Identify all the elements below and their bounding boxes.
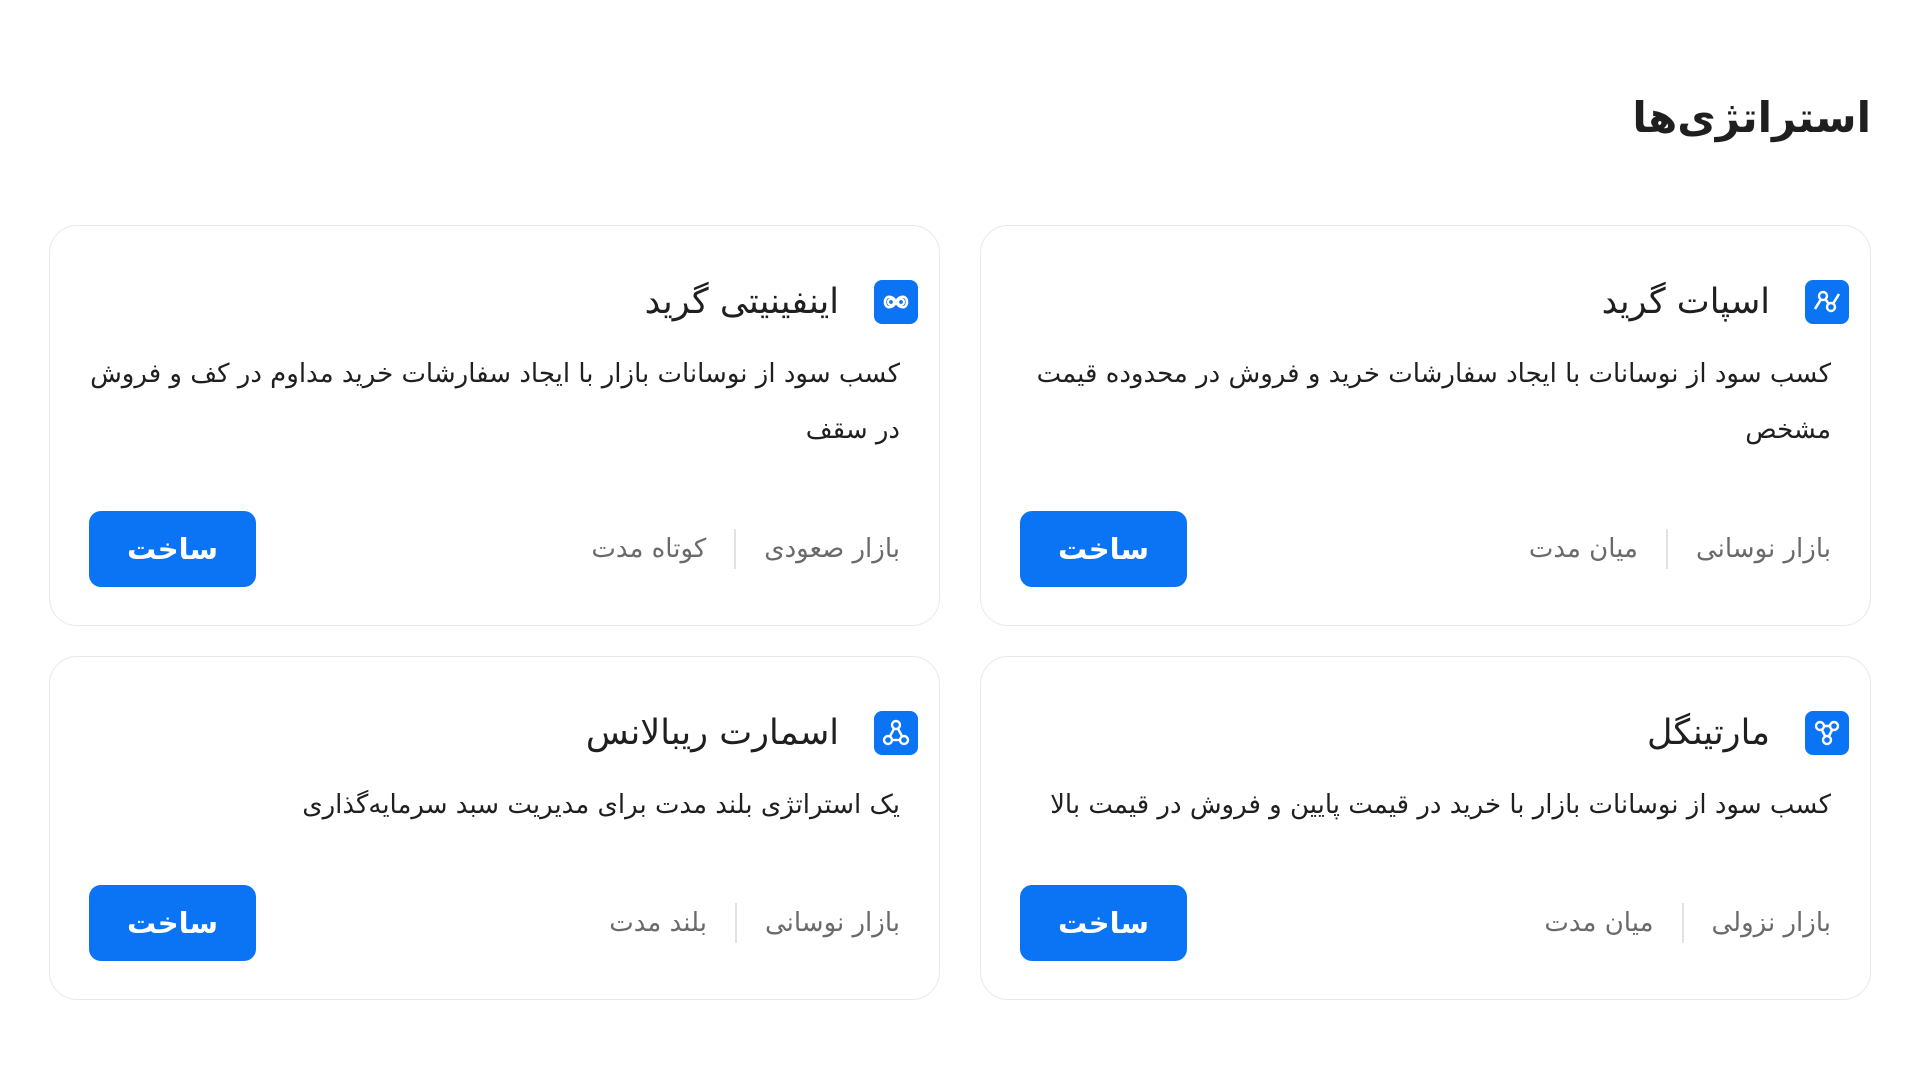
strategy-card-grid: اسپات گرید کسب سود از نوسانات با ایجاد س… xyxy=(49,225,1871,1000)
card-tags: بازار نوسانی بلند مدت xyxy=(609,903,900,943)
build-button[interactable]: ساخت xyxy=(1020,511,1187,587)
tag-divider xyxy=(734,903,737,943)
card-footer: بازار نزولی میان مدت ساخت xyxy=(1020,885,1831,961)
term-tag: میان مدت xyxy=(1528,534,1638,564)
build-button[interactable]: ساخت xyxy=(1020,885,1187,961)
page-title: استراتژی‌ها xyxy=(1632,93,1871,142)
tag-divider xyxy=(1681,903,1684,943)
term-tag: میان مدت xyxy=(1544,908,1654,938)
strategy-card-smart-rebalance: اسمارت ریبالانس یک استراتژی بلند مدت برا… xyxy=(49,656,940,1000)
market-tag: بازار نزولی xyxy=(1711,908,1832,938)
spot-grid-icon xyxy=(1805,280,1849,324)
market-tag: بازار نوسانی xyxy=(764,908,900,938)
build-button[interactable]: ساخت xyxy=(89,511,256,587)
card-footer: بازار نوسانی میان مدت ساخت xyxy=(1020,511,1831,587)
strategies-page: استراتژی‌ها اسپات گرید کسب سود از نوسانا… xyxy=(0,0,1920,1080)
card-title: مارتینگل xyxy=(1646,713,1770,753)
card-title: اسمارت ریبالانس xyxy=(585,713,839,753)
card-description: یک استراتژی بلند مدت برای مدیریت سبد سرم… xyxy=(302,790,900,820)
strategy-card-spot-grid: اسپات گرید کسب سود از نوسانات با ایجاد س… xyxy=(980,225,1871,626)
card-tags: بازار صعودی کوتاه مدت xyxy=(591,529,900,569)
tag-divider xyxy=(1665,529,1668,569)
market-tag: بازار صعودی xyxy=(764,534,900,564)
card-description: کسب سود از نوسانات با ایجاد سفارشات خرید… xyxy=(1036,359,1831,445)
card-tags: بازار نزولی میان مدت xyxy=(1544,903,1831,943)
card-header: اسپات گرید xyxy=(1020,276,1849,328)
build-button[interactable]: ساخت xyxy=(89,885,256,961)
card-footer: بازار نوسانی بلند مدت ساخت xyxy=(89,885,900,961)
strategy-card-martingale: مارتینگل کسب سود از نوسانات بازار با خری… xyxy=(980,656,1871,1000)
card-description: کسب سود از نوسانات بازار با ایجاد سفارشا… xyxy=(90,359,900,445)
card-tags: بازار نوسانی میان مدت xyxy=(1529,529,1831,569)
strategy-card-infinity-grid: اینفینیتی گرید کسب سود از نوسانات بازار … xyxy=(49,225,940,626)
card-description: کسب سود از نوسانات بازار با خرید در قیمت… xyxy=(1050,790,1831,820)
infinity-grid-icon xyxy=(874,280,918,324)
term-tag: کوتاه مدت xyxy=(591,534,707,564)
term-tag: بلند مدت xyxy=(609,908,707,938)
card-header: اینفینیتی گرید xyxy=(89,276,918,328)
tag-divider xyxy=(734,529,737,569)
card-title: اینفینیتی گرید xyxy=(644,282,839,322)
smart-rebalance-icon xyxy=(874,711,918,755)
card-header: اسمارت ریبالانس xyxy=(89,707,918,759)
martingale-icon xyxy=(1805,711,1849,755)
card-footer: بازار صعودی کوتاه مدت ساخت xyxy=(89,511,900,587)
card-header: مارتینگل xyxy=(1020,707,1849,759)
card-title: اسپات گرید xyxy=(1601,282,1770,322)
market-tag: بازار نوسانی xyxy=(1695,534,1831,564)
